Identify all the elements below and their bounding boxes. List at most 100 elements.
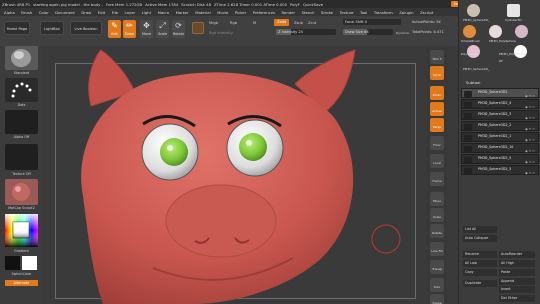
rotate-tool-button[interactable]: ⟳ Rotate [172, 20, 185, 38]
tool-thumb-3[interactable] [489, 25, 502, 38]
secondary-color-swatch[interactable] [22, 256, 37, 270]
pig-head-model[interactable] [43, 46, 427, 304]
menu-zscript[interactable]: Zscript [420, 10, 433, 15]
copy-button[interactable]: Copy [463, 269, 497, 276]
menu-light[interactable]: Light [142, 10, 151, 15]
spix-button[interactable]: SPix 3 [430, 50, 444, 64]
zoom-button[interactable]: Zoom [430, 86, 444, 100]
transp-button[interactable]: Transp [430, 260, 444, 274]
actual-button[interactable]: Actual [430, 102, 444, 116]
tool-thumb-1[interactable] [507, 4, 520, 17]
rotate-view-button[interactable]: Rotate [430, 224, 444, 238]
menu-material[interactable]: Material [195, 10, 210, 15]
list-all-button[interactable]: List All [463, 226, 497, 233]
tool-thumb-2[interactable] [463, 25, 476, 38]
z-intensity-slider[interactable]: Z Intensity 25 [276, 29, 336, 35]
scale-tool-button[interactable]: ⤢ Scale [156, 20, 169, 38]
zadd-button[interactable]: Zadd [274, 19, 290, 26]
subtool-visibility-icon[interactable]: ◉ ⚭ ▭ [525, 138, 535, 142]
draw-tool-button[interactable]: ✏ Draw [123, 20, 136, 38]
document-canvas[interactable] [43, 46, 427, 304]
edit-tool-button[interactable]: ✎ Edit [108, 20, 121, 38]
persp-button[interactable]: Persp [430, 118, 444, 132]
solo-button[interactable]: Solo [430, 278, 444, 292]
rename-button[interactable]: Rename [463, 251, 497, 258]
color-swatch-icon[interactable] [192, 22, 204, 34]
menu-zplugin[interactable]: Zplugin [399, 10, 413, 15]
duplicate-button[interactable]: Duplicate [463, 280, 497, 287]
zcut-button[interactable]: Zcut [308, 21, 316, 25]
move-tool-button[interactable]: ✥ Move [140, 20, 153, 38]
insert-button[interactable]: Insert [499, 286, 535, 293]
subtool-visibility-icon[interactable]: ◉ ⚭ ▭ [525, 94, 535, 98]
subtool-row[interactable]: PM3D_Sphere3D2_5 ◉ ⚭ ▭ [461, 154, 539, 164]
rgb-toggle[interactable]: Rgb [230, 21, 237, 25]
menu-movie[interactable]: Movie [217, 10, 228, 15]
brush-picker[interactable] [5, 46, 38, 70]
xpose-button[interactable]: Xpose [430, 294, 444, 304]
scroll-button[interactable]: Scroll [430, 66, 444, 80]
local-button[interactable]: Local [430, 154, 444, 168]
subtool-row[interactable]: PM3D_Sphere3D2_10 ◉ ⚭ ▭ [461, 143, 539, 153]
frame-button[interactable]: Frame [430, 172, 444, 186]
menu-layer[interactable]: Layer [125, 10, 136, 15]
auto-collapse-button[interactable]: Auto Collapse [463, 235, 497, 242]
all-high-button[interactable]: All High [499, 260, 535, 267]
tool-thumb-4[interactable] [515, 25, 528, 38]
focal-shift-slider[interactable]: Focal Shift 0 [343, 19, 401, 25]
scale-view-button[interactable]: Scale [430, 208, 444, 222]
menu-render[interactable]: Render [282, 10, 296, 15]
subtool-visibility-icon[interactable]: ◉ ⚭ ▭ [525, 171, 535, 175]
alpha-picker[interactable] [5, 110, 38, 134]
subtool-title[interactable]: Subtool [466, 80, 480, 85]
subtool-row[interactable]: PM3D_Sphere3D2_1 ◉ ⚭ ▭ [461, 132, 539, 142]
move-view-button[interactable]: Move [430, 192, 444, 206]
menu-document[interactable]: Document [55, 10, 75, 15]
subtool-row[interactable]: PM3D_Sphere3D2_4 ◉ ⚭ ▭ [461, 99, 539, 109]
tool-thumb-0[interactable] [467, 4, 480, 17]
subtool-row[interactable]: PM3D_Sphere3D2_3 ◉ ⚭ ▭ [461, 110, 539, 120]
menu-color[interactable]: Color [39, 10, 49, 15]
menu-tool[interactable]: Tool [360, 10, 367, 15]
zsub-button[interactable]: Zsub [294, 21, 303, 25]
menu-stencil[interactable]: Stencil [302, 10, 315, 15]
material-picker[interactable] [5, 179, 38, 205]
rgb-intensity-slider[interactable]: Rgb Intensity [209, 31, 233, 35]
home-page-button[interactable]: Home Page [4, 21, 30, 35]
draw-size-slider[interactable]: Draw Size 64 [343, 29, 393, 35]
stroke-picker[interactable] [5, 78, 38, 102]
auto-reorder-button[interactable]: AutoReorder [499, 251, 535, 258]
menu-macro[interactable]: Macro [158, 10, 170, 15]
menu-preferences[interactable]: Preferences [253, 10, 275, 15]
mrgb-toggle[interactable]: Mrgb [209, 21, 218, 25]
subtool-visibility-icon[interactable]: ◉ ⚭ ▭ [525, 116, 535, 120]
menu-alpha[interactable]: Alpha [4, 10, 15, 15]
title-quicksave[interactable]: QuickSave [303, 2, 323, 7]
delete-other-button[interactable]: Del Other [499, 295, 535, 302]
subtool-row[interactable]: PM3D_Sphere3D1 ◉ ⚭ ▭ [461, 88, 539, 98]
menu-marker[interactable]: Marker [176, 10, 189, 15]
paste-button[interactable]: Paste [499, 269, 535, 276]
subtool-row[interactable]: PM3D_Sphere3D2_2 ◉ ⚭ ▭ [461, 121, 539, 131]
menu-edit[interactable]: Edit [98, 10, 105, 15]
subtool-visibility-icon[interactable]: ◉ ⚭ ▭ [525, 160, 535, 164]
all-low-button[interactable]: All Low [463, 260, 497, 267]
m-toggle[interactable]: M [253, 21, 256, 25]
live-boolean-button[interactable]: Live Boolean [70, 21, 102, 35]
texture-picker[interactable] [5, 144, 38, 170]
main-color-swatch[interactable] [5, 256, 20, 270]
color-picker[interactable] [5, 214, 38, 247]
subtool-visibility-icon[interactable]: ◉ ⚭ ▭ [525, 105, 535, 109]
linefill-button[interactable]: Line Fill [430, 242, 444, 256]
alternate-button[interactable]: Alternate [5, 280, 38, 286]
menu-stroke[interactable]: Stroke [321, 10, 333, 15]
menu-file[interactable]: File [112, 10, 118, 15]
menu-texture[interactable]: Texture [340, 10, 354, 15]
lightbox-button[interactable]: LightBox [40, 21, 64, 35]
menu-draw[interactable]: Draw [81, 10, 91, 15]
subtool-visibility-icon[interactable]: ◉ ⚭ ▭ [525, 149, 535, 153]
switch-color-label[interactable]: SwitchColor [0, 272, 43, 276]
menu-brush[interactable]: Brush [21, 10, 32, 15]
menu-transform[interactable]: Transform [374, 10, 393, 15]
subtool-visibility-icon[interactable]: ◉ ⚭ ▭ [525, 127, 535, 131]
